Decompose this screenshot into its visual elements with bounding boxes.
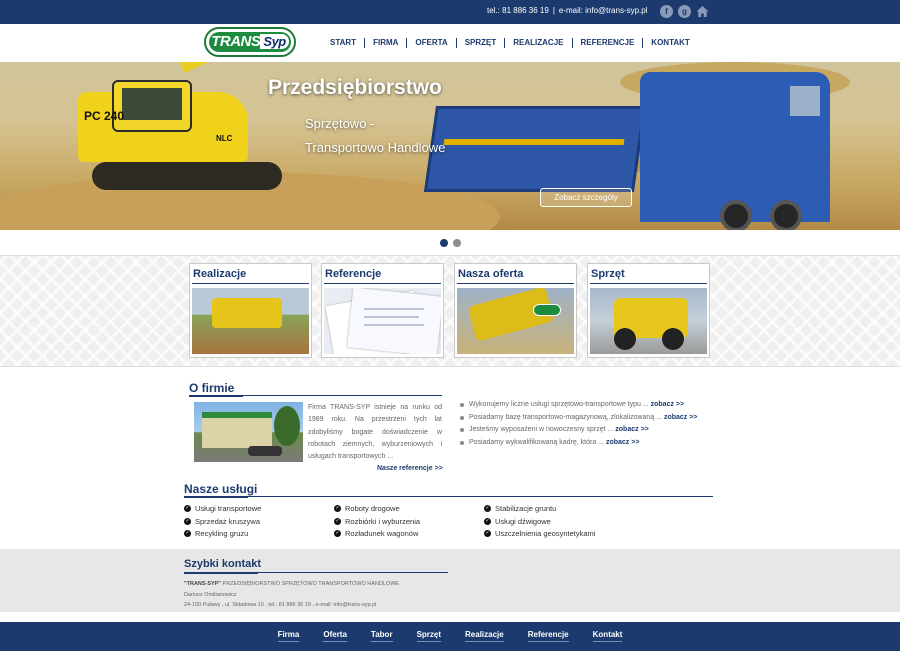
service-item: ✓ Sprzedaż kruszywa — [184, 516, 261, 526]
see-more-link[interactable]: zobacz >> — [615, 426, 648, 433]
nav-start[interactable]: START — [322, 38, 366, 48]
card-title: Realizacje — [192, 266, 309, 284]
list-item: Jesteśmy wyposażeni w nowoczesny sprzęt … — [460, 424, 697, 437]
divider — [184, 496, 713, 497]
truck-wheel — [720, 200, 752, 230]
details-button[interactable]: Zobacz szczegóły — [540, 188, 632, 207]
card-oferta[interactable]: Nasza oferta — [454, 263, 577, 358]
see-more-link[interactable]: zobacz >> — [664, 414, 697, 421]
check-icon: ✓ — [334, 505, 341, 512]
card-image-excavator — [457, 288, 574, 354]
card-title: Sprzęt — [590, 266, 707, 284]
quick-contact-title: Szybki kontakt — [184, 558, 262, 570]
service-item: ✓ Roboty drogowe — [334, 504, 400, 513]
footer-nav: Firma Oferta Tabor Sprzęt Realizacje Ref… — [0, 630, 900, 642]
service-item: ✓ Stabilizacje gruntu — [484, 504, 557, 513]
hero-slider: PC 240 NLC Przedsiębiorstwo Sprzętowo - … — [0, 62, 900, 230]
card-sprzet[interactable]: Sprzęt — [587, 263, 710, 358]
truck-wheel — [770, 200, 802, 230]
nav-realizacje[interactable]: REALIZACJE — [505, 38, 573, 48]
excavator-model: PC 240 — [84, 109, 125, 123]
about-title: O firmie — [189, 381, 235, 395]
home-icon[interactable] — [696, 5, 709, 18]
top-email[interactable]: e-mail: info@trans-syp.pl — [559, 6, 648, 15]
nav-sprzet[interactable]: SPRZĘT — [457, 38, 506, 48]
contact-details: "TRANS-SYP" PRZEDSIĘBIORSTWO SPRZĘTOWO T… — [184, 581, 400, 608]
service-item: ✓ Recykling gruzu — [184, 529, 249, 538]
nav-firma[interactable]: FIRMA — [365, 38, 408, 48]
slide-subtitle-1: Sprzętowo - — [305, 116, 375, 131]
truck-dump-box — [423, 106, 647, 192]
service-item: ✓ Usługi dźwigowe — [484, 516, 551, 526]
card-title: Referencje — [324, 266, 441, 284]
check-icon: ✓ — [334, 517, 341, 525]
slide-title: Przedsiębiorstwo — [268, 76, 442, 99]
excavator-cab — [112, 80, 192, 132]
google-plus-icon[interactable]: g — [678, 5, 691, 18]
service-item: ✓ Uszczelnienia geosyntetykami — [484, 529, 596, 538]
header: TRANS Syp START FIRMA OFERTA SPRZĘT REALI… — [0, 24, 900, 62]
nav-referencje[interactable]: REFERENCJE — [573, 38, 644, 48]
top-contact: tel.: 81 886 36 19 | e-mail: info@trans-sy… — [487, 6, 648, 15]
footer-link-sprzet[interactable]: Sprzęt — [416, 630, 442, 642]
service-item: ✓ Rozładunek wagonów — [334, 529, 419, 538]
footer-link-referencje[interactable]: Referencje — [527, 630, 569, 642]
slider-dot-1[interactable] — [440, 239, 448, 247]
services-column-2: ✓ Roboty drogowe ✓ Rozbiórki i wyburzenia … — [334, 503, 420, 541]
card-image-loader — [590, 288, 707, 354]
logo-text-syp: Syp — [260, 34, 289, 49]
card-title: Nasza oferta — [457, 266, 574, 284]
highlights-list: Wykonujemy liczne usługi sprzętowo-trans… — [460, 399, 697, 449]
nav-kontakt[interactable]: KONTAKT — [643, 38, 698, 48]
divider — [184, 572, 258, 574]
top-phone: tel.: 81 886 36 19 — [487, 6, 549, 15]
excavator-model-sub: NLC — [216, 134, 233, 143]
feature-band: Realizacje Referencje Nasza oferta Sprzę… — [0, 255, 900, 367]
check-icon: ✓ — [334, 530, 341, 537]
service-item: ✓ Rozbiórki i wyburzenia — [334, 516, 421, 526]
services-column-3: ✓ Stabilizacje gruntu ✓ Usługi dźwigowe ✓ U… — [484, 503, 595, 541]
divider — [184, 496, 248, 498]
services-column-1: ✓ Usługi transportowe ✓ Sprzedaż kruszywa … — [184, 503, 261, 541]
slider-dot-2[interactable] — [453, 239, 461, 247]
services-title: Nasze usługi — [184, 482, 258, 496]
card-realizacje[interactable]: Realizacje — [189, 263, 312, 358]
footer-link-kontakt[interactable]: Kontakt — [592, 630, 623, 642]
card-image-documents — [324, 288, 441, 354]
check-icon: ✓ — [184, 530, 191, 537]
card-referencje[interactable]: Referencje — [321, 263, 444, 358]
slider-dots — [440, 239, 461, 247]
see-more-link[interactable]: zobacz >> — [606, 439, 639, 446]
service-item: ✓ Usługi transportowe — [184, 504, 262, 513]
see-more-link[interactable]: zobacz >> — [651, 401, 684, 408]
check-icon: ✓ — [184, 505, 191, 512]
footer: Firma Oferta Tabor Sprzęt Realizacje Ref… — [0, 622, 900, 651]
check-icon: ✓ — [484, 505, 491, 512]
check-icon: ✓ — [484, 517, 491, 525]
card-image-excavators — [192, 288, 309, 354]
excavator-arm — [175, 62, 294, 73]
logo-text-trans: TRANS — [211, 33, 261, 50]
list-item: Posiadamy bazę transportowo-magazynową, … — [460, 412, 697, 425]
facebook-icon[interactable]: f — [660, 5, 673, 18]
nav-oferta[interactable]: OFERTA — [407, 38, 457, 48]
company-building-image — [194, 402, 303, 462]
excavator-track — [92, 162, 282, 190]
slide-subtitle-2: Transportowo Handlowe — [305, 140, 446, 155]
logo[interactable]: TRANS Syp — [204, 27, 296, 57]
top-bar: tel.: 81 886 36 19 | e-mail: info@trans-sy… — [0, 0, 900, 24]
about-text: Firma TRANS-SYP istnieje na runku od 198… — [308, 404, 442, 461]
list-item: Posiadamy wykwalifikowaną kadrę, która .… — [460, 437, 697, 450]
main-nav: START FIRMA OFERTA SPRZĘT REALIZACJE REF… — [322, 38, 698, 48]
quick-contact: Szybki kontakt "TRANS-SYP" PRZEDSIĘBIORS… — [0, 549, 900, 612]
list-item: Wykonujemy liczne usługi sprzętowo-trans… — [460, 399, 697, 412]
check-icon: ✓ — [184, 517, 191, 525]
footer-link-firma[interactable]: Firma — [277, 630, 300, 642]
references-link[interactable]: Nasze referencje >> — [377, 465, 443, 472]
footer-link-realizacje[interactable]: Realizacje — [465, 630, 504, 642]
footer-link-tabor[interactable]: Tabor — [370, 630, 393, 642]
footer-link-oferta[interactable]: Oferta — [323, 630, 347, 642]
divider — [189, 395, 243, 397]
check-icon: ✓ — [484, 530, 491, 537]
